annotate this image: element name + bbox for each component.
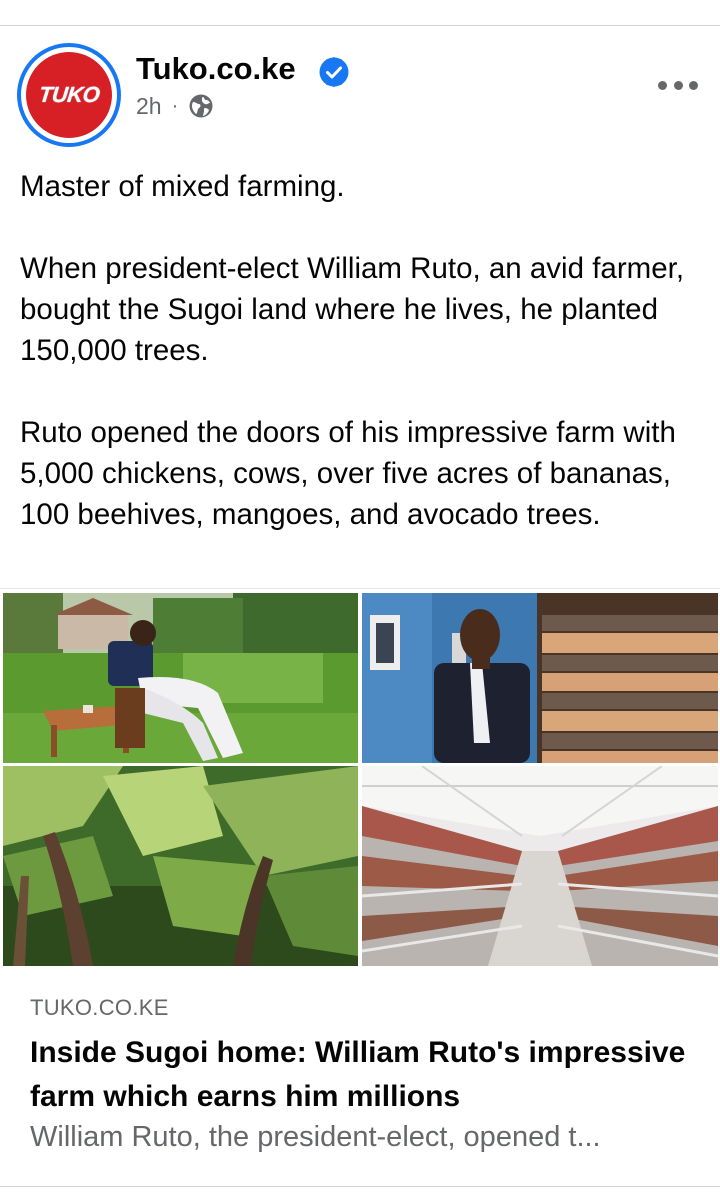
post-meta: 2h · <box>136 91 214 121</box>
photo-banana-plantation[interactable] <box>3 766 358 966</box>
tuko-logo: TUKO <box>26 52 112 138</box>
post-time[interactable]: 2h <box>136 93 162 120</box>
link-domain: TUKO.CO.KE <box>30 995 169 1020</box>
post-paragraph: Master of mixed farming. <box>20 170 345 203</box>
avatar-logo-text: TUKO <box>37 82 101 107</box>
photo-lawn-chair[interactable] <box>3 593 358 763</box>
page-name[interactable]: Tuko.co.ke <box>136 51 296 87</box>
verified-badge-icon <box>319 56 349 88</box>
meta-separator: · <box>171 94 179 117</box>
photo-poultry-house[interactable] <box>362 766 718 966</box>
link-title[interactable]: Inside Sugoi home: William Ruto's impres… <box>30 1031 700 1119</box>
post-paragraph: Ruto opened the doors of his impressive … <box>20 416 676 531</box>
post-header: TUKO Tuko.co.ke 2h · <box>0 40 720 150</box>
link-preview-card[interactable]: TUKO.CO.KE Inside Sugoi home: William Ru… <box>0 969 720 1189</box>
more-options-icon[interactable] <box>658 78 698 92</box>
globe-icon <box>189 94 213 118</box>
page-avatar[interactable]: TUKO <box>17 43 121 147</box>
photo-egg-trays[interactable] <box>362 593 718 763</box>
bottom-divider <box>0 1186 720 1187</box>
link-description: William Ruto, the president-elect, opene… <box>30 1121 601 1153</box>
top-divider <box>0 25 720 26</box>
post-photo-grid[interactable] <box>0 588 720 970</box>
post-paragraph: When president-elect William Ruto, an av… <box>20 252 685 367</box>
post-body: Master of mixed farming. When president-… <box>20 166 710 535</box>
